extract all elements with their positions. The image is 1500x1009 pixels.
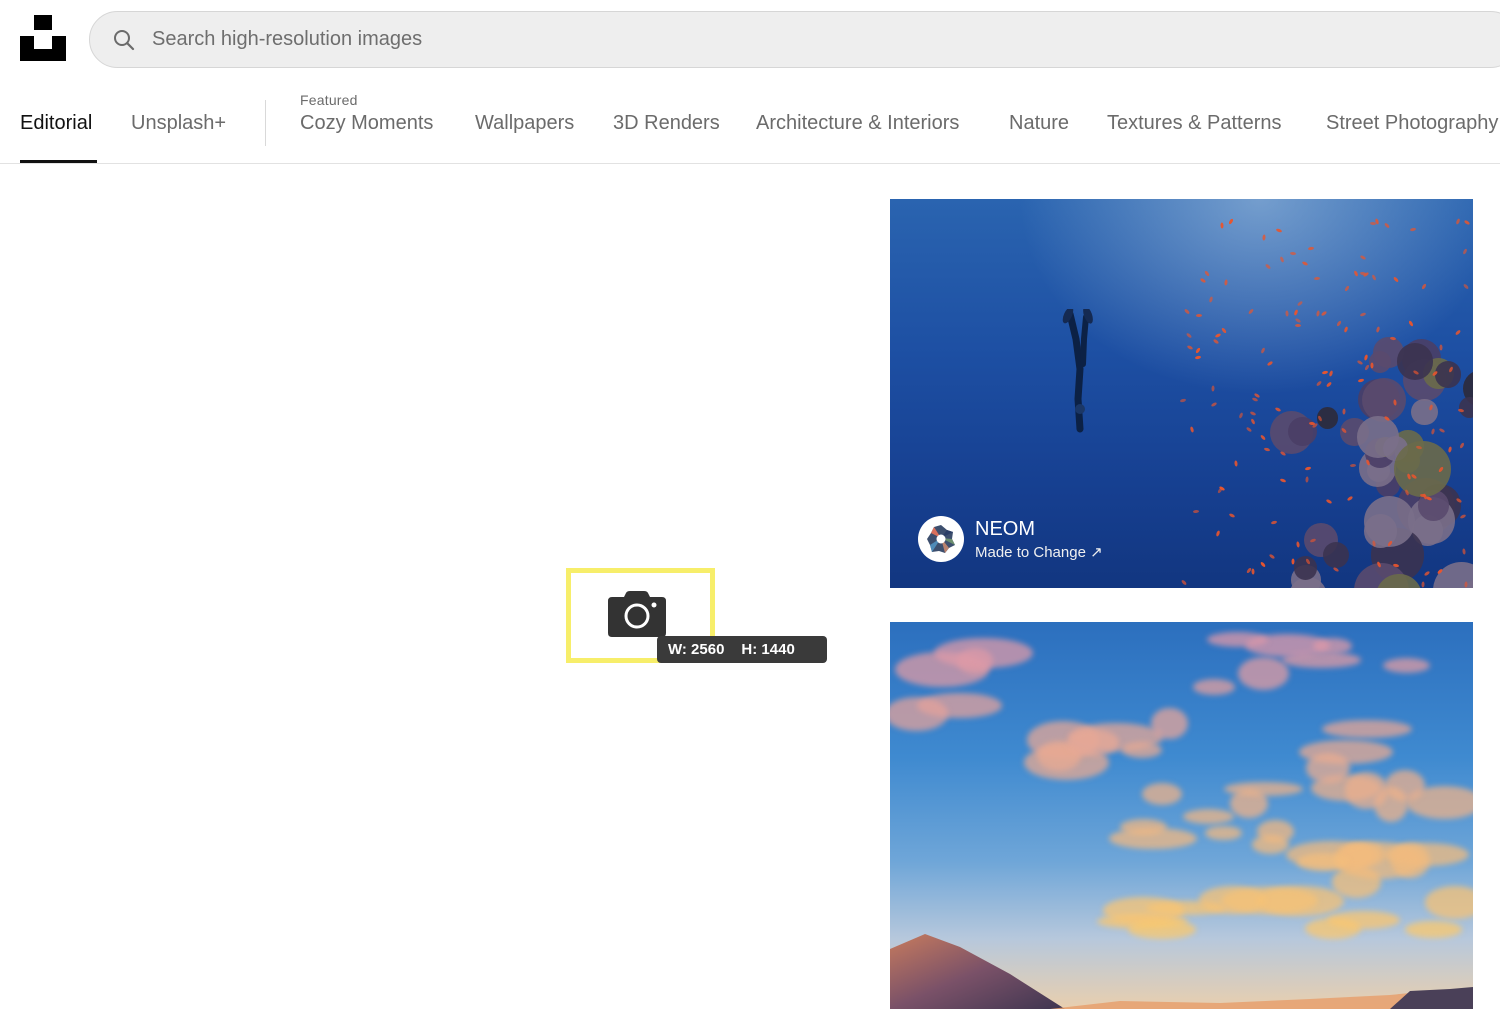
camera-icon[interactable] <box>608 591 666 637</box>
cloud <box>1251 835 1290 855</box>
fish <box>1211 385 1215 392</box>
cloud <box>890 696 949 731</box>
tab-wallpapers[interactable]: Wallpapers <box>475 112 574 135</box>
cloud <box>1224 781 1304 797</box>
cloud <box>1296 853 1349 871</box>
sponsor-name[interactable]: NEOM <box>975 518 1035 541</box>
tab-editorial[interactable]: Editorial <box>20 112 92 135</box>
cloud <box>1141 782 1183 806</box>
dimensions-tooltip: W: 2560 H: 1440 <box>657 636 827 663</box>
cloud <box>1306 753 1350 783</box>
cloud <box>1206 631 1269 648</box>
height-readout: H: 1440 <box>741 641 795 658</box>
topic-nav: Editorial Unsplash+ Featured Cozy Moment… <box>0 80 1500 164</box>
fish <box>1461 547 1466 555</box>
width-readout: W: 2560 <box>668 641 725 658</box>
cloud <box>1151 707 1188 739</box>
cloud <box>1327 911 1400 930</box>
cloud <box>1344 772 1388 809</box>
search-input[interactable] <box>152 12 1452 66</box>
tab-street-photography[interactable]: Street Photography <box>1326 112 1498 135</box>
photo-card-sunset-sky[interactable] <box>890 622 1473 1009</box>
tab-nature[interactable]: Nature <box>1009 112 1069 135</box>
cloud <box>1108 827 1198 849</box>
cloud <box>933 637 1033 668</box>
fish <box>1220 222 1224 229</box>
freediver-figure <box>1062 309 1093 433</box>
search-icon[interactable] <box>112 28 136 52</box>
fish <box>1251 568 1255 575</box>
unsplash-logo[interactable] <box>20 15 66 61</box>
tab-cozy-moments[interactable]: Cozy Moments <box>300 112 433 135</box>
coral-blob <box>1434 361 1462 388</box>
cloud <box>1237 657 1290 691</box>
cloud <box>1182 808 1234 824</box>
cloud <box>1384 842 1469 866</box>
coral-blob <box>1410 398 1438 426</box>
neom-logo-icon <box>927 525 955 553</box>
fish <box>1341 408 1346 415</box>
tab-architecture-interiors[interactable]: Architecture & Interiors <box>756 112 959 135</box>
cloud <box>1382 658 1431 674</box>
logo-top-block <box>34 15 52 30</box>
header <box>0 0 1500 80</box>
fish <box>1439 344 1443 351</box>
fish <box>1290 558 1295 565</box>
search-bar[interactable] <box>89 11 1500 68</box>
fish <box>1359 271 1366 276</box>
sponsor-avatar[interactable] <box>918 516 964 562</box>
cloud <box>1192 678 1236 695</box>
cloud <box>1066 729 1119 756</box>
fish <box>1349 463 1357 467</box>
featured-label: Featured <box>300 92 358 108</box>
cloud <box>1424 886 1473 919</box>
active-tab-indicator <box>20 160 97 163</box>
cloud <box>1205 825 1242 841</box>
nav-divider <box>265 100 266 146</box>
tab-textures-patterns[interactable]: Textures & Patterns <box>1107 112 1282 135</box>
tab-3d-renders[interactable]: 3D Renders <box>613 112 720 135</box>
logo-bottom-block <box>20 36 66 61</box>
tab-unsplash-plus[interactable]: Unsplash+ <box>131 112 226 135</box>
cloud <box>1322 720 1412 739</box>
fish <box>1295 324 1302 327</box>
mountain-silhouette <box>890 934 1473 1009</box>
photo-card-underwater[interactable]: NEOM Made to Change ↗ <box>890 199 1473 588</box>
cloud <box>1121 742 1163 759</box>
sponsor-tagline-link[interactable]: Made to Change ↗ <box>975 543 1103 561</box>
